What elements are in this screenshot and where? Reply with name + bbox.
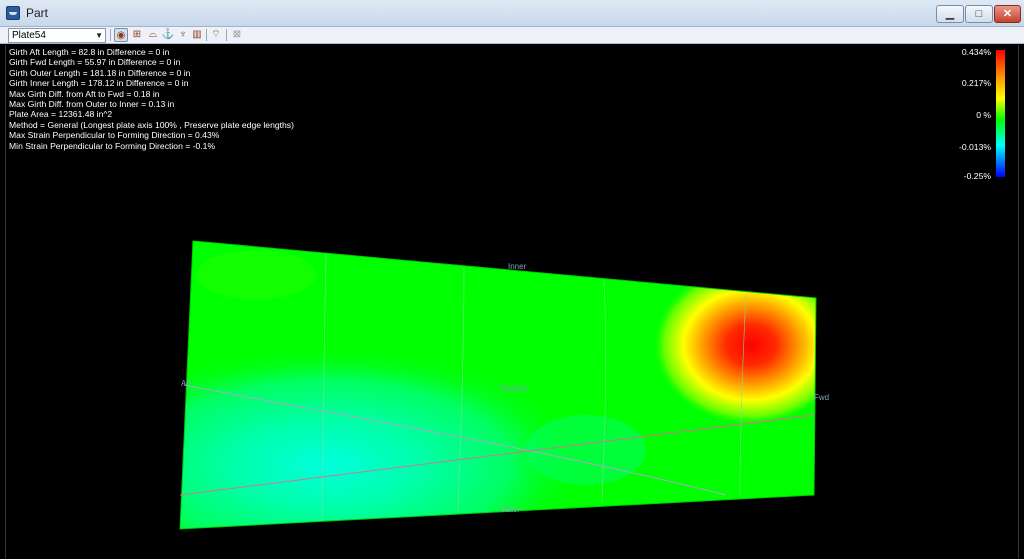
plate-view: Inner Outer Fwd Aft Plate54 xyxy=(179,240,829,530)
toolbar-separator xyxy=(206,29,207,41)
shape-icon[interactable]: ⌓ xyxy=(146,28,160,42)
grid-icon[interactable]: ⊞ xyxy=(130,28,144,42)
anchor-icon[interactable]: ⚓ xyxy=(161,28,175,42)
plate-name-label: Plate54 xyxy=(500,384,528,393)
close-button[interactable]: ✕ xyxy=(994,5,1021,23)
toolbar-separator xyxy=(226,29,227,41)
roll-icon[interactable]: ▥ xyxy=(190,28,204,42)
chevron-down-icon[interactable]: ▼ xyxy=(95,29,103,42)
app-icon xyxy=(6,6,20,20)
view-icon[interactable]: ◉ xyxy=(114,28,128,42)
viewport[interactable]: Girth Aft Length = 82.8 in Difference = … xyxy=(5,45,1019,559)
title-bar: Part ▁ □ ✕ xyxy=(0,0,1024,27)
maximize-button[interactable]: □ xyxy=(965,5,993,23)
edge-label-outer: Outer xyxy=(500,505,520,514)
plate-select-value: Plate54 xyxy=(12,30,46,41)
edge-label-inner: Inner xyxy=(508,262,527,271)
edge-label-fwd: Fwd xyxy=(814,393,829,402)
plate-select[interactable]: Plate54 ▼ xyxy=(8,28,106,43)
window-title: Part xyxy=(26,6,49,20)
press-icon[interactable]: ⌔ xyxy=(209,28,223,42)
toolbar-separator xyxy=(110,29,111,41)
toolbar: Plate54 ▼ ◉ ⊞ ⌓ ⚓ ♆ ▥ ⌔ ⊠ xyxy=(0,27,1024,44)
minimize-button[interactable]: ▁ xyxy=(936,5,964,23)
disabled-icon: ⊠ xyxy=(232,29,242,40)
forming-icon[interactable]: ♆ xyxy=(176,28,190,42)
edge-label-aft: Aft xyxy=(181,379,192,388)
